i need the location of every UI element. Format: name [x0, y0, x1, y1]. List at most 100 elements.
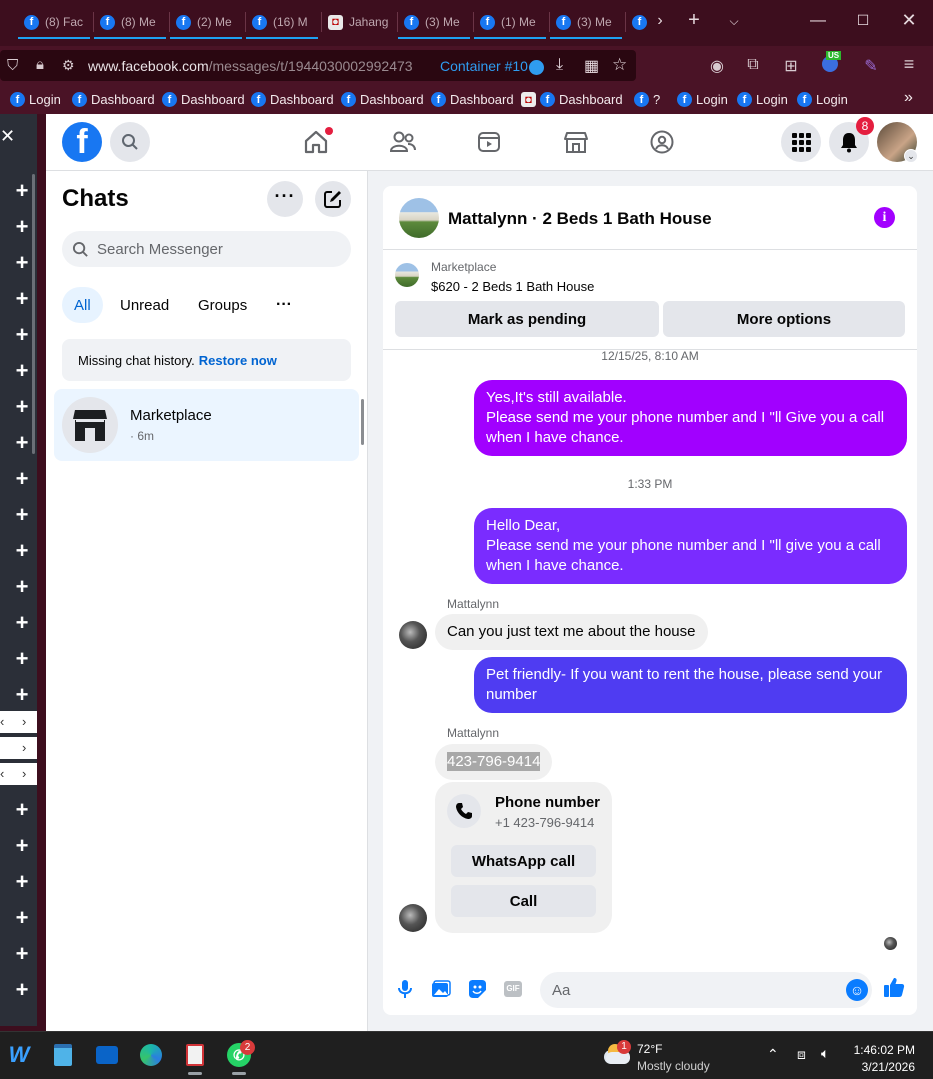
gif-icon[interactable]: GIF	[502, 978, 524, 1000]
thumbs-up-icon[interactable]	[883, 976, 905, 998]
filter-all[interactable]: All	[62, 287, 103, 323]
panel-resize-handle[interactable]	[361, 399, 364, 445]
add-icon[interactable]: +	[12, 907, 32, 929]
bookmark-item[interactable]: f Dashboard	[341, 92, 424, 107]
bookmark-item[interactable]: f Login	[677, 92, 728, 107]
tray-overflow-chevron-icon[interactable]: ⌃	[767, 1046, 779, 1063]
feather-extension-icon[interactable]: ✎	[861, 56, 881, 76]
chevron-right-icon[interactable]: › ‹	[0, 711, 37, 733]
add-icon[interactable]: +	[12, 648, 32, 670]
browser-tab[interactable]: f (3) Me	[398, 8, 474, 39]
add-icon[interactable]: +	[12, 684, 32, 706]
add-icon[interactable]: +	[12, 835, 32, 857]
apps-grid-icon[interactable]: ⊞	[781, 56, 801, 76]
mark-as-pending-button[interactable]: Mark as pending	[395, 301, 659, 337]
outgoing-message[interactable]: Hello Dear, Please send me your phone nu…	[474, 508, 907, 584]
chat-options-button[interactable]: ···	[267, 181, 303, 217]
maximize-icon[interactable]: ☐	[853, 12, 873, 29]
marketplace-nav-button[interactable]	[558, 126, 594, 158]
more-options-button[interactable]: More options	[663, 301, 905, 337]
listing-avatar[interactable]	[399, 198, 439, 238]
menu-button[interactable]	[781, 122, 821, 162]
network-icon[interactable]: ⧈	[797, 1046, 806, 1063]
new-tab-icon[interactable]: +	[684, 9, 704, 32]
add-icon[interactable]: +	[12, 216, 32, 238]
notepad-app-icon[interactable]	[50, 1042, 76, 1068]
add-icon[interactable]: +	[12, 468, 32, 490]
add-icon[interactable]: +	[12, 979, 32, 1001]
browser-tab[interactable]: ◘ Jahang	[322, 8, 398, 36]
chevron-down-icon[interactable]: ⌄	[904, 149, 918, 163]
sticker-icon[interactable]	[466, 978, 488, 1000]
minimize-icon[interactable]: —	[808, 12, 828, 30]
phone-number-text[interactable]: 423-796-9414	[447, 752, 541, 771]
menu-icon[interactable]: ≡	[899, 54, 919, 75]
lock-icon[interactable]: 🔒︎	[36, 56, 44, 73]
microphone-icon[interactable]	[394, 978, 416, 1000]
add-icon[interactable]: +	[12, 180, 32, 202]
bookmark-item[interactable]: f Dashboard	[162, 92, 245, 107]
browser-tab[interactable]: f (2) Me	[170, 8, 246, 39]
account-icon[interactable]: ◉	[707, 56, 727, 76]
close-window-icon[interactable]: ✕	[899, 10, 919, 31]
incoming-message[interactable]: Can you just text me about the house	[435, 614, 708, 650]
chevron-right-icon[interactable]: ›	[0, 737, 37, 759]
outgoing-message[interactable]: Pet friendly- If you want to rent the ho…	[474, 657, 907, 713]
bookmarks-overflow-icon[interactable]: »	[904, 89, 913, 107]
url-text[interactable]: www.facebook.com/messages/t/194403000299…	[88, 58, 413, 74]
add-icon[interactable]: +	[12, 540, 32, 562]
add-icon[interactable]: +	[12, 612, 32, 634]
system-clock[interactable]: 1:46:02 PM 3/21/2026	[854, 1042, 915, 1076]
add-icon[interactable]: +	[12, 576, 32, 598]
more-filters-icon[interactable]: ···	[264, 287, 304, 323]
listing-thumbnail[interactable]	[395, 263, 419, 287]
snipping-tool-icon[interactable]	[182, 1042, 208, 1068]
widgets-app-icon[interactable]: W	[6, 1042, 32, 1068]
edge-browser-icon[interactable]	[138, 1042, 164, 1068]
add-icon[interactable]: +	[12, 360, 32, 382]
tab-scroll-right-icon[interactable]: ›	[650, 12, 670, 30]
shield-icon[interactable]: ⛉	[7, 57, 18, 74]
search-input[interactable]	[97, 240, 337, 258]
qr-code-icon[interactable]: ▦	[584, 56, 599, 76]
search-button[interactable]	[110, 122, 150, 162]
add-icon[interactable]: +	[12, 943, 32, 965]
whatsapp-call-button[interactable]: WhatsApp call	[451, 845, 596, 877]
chevron-right-icon[interactable]: › ‹	[0, 763, 37, 785]
weather-widget[interactable]: 72°F Mostly cloudy	[637, 1041, 710, 1075]
bookmark-item[interactable]: f Dashboard	[72, 92, 155, 107]
sidebar-scrollbar[interactable]	[32, 174, 35, 454]
message-input[interactable]	[552, 981, 832, 999]
bookmark-item[interactable]: f Dashboard	[251, 92, 334, 107]
new-message-button[interactable]	[315, 181, 351, 217]
add-icon[interactable]: +	[12, 288, 32, 310]
volume-icon[interactable]: 🔈︎	[821, 1045, 829, 1062]
outgoing-message[interactable]: Yes,It's still available. Please send me…	[474, 380, 907, 456]
chat-list-item-marketplace[interactable]: Marketplace · 6m	[54, 389, 359, 461]
browser-tab[interactable]: f (3) Me	[550, 8, 626, 39]
bookmark-item[interactable]: f?	[634, 92, 660, 107]
friends-nav-button[interactable]	[385, 126, 421, 158]
bookmark-item[interactable]: ◘ f Dashboard	[521, 92, 623, 107]
search-messenger[interactable]	[62, 231, 351, 267]
browser-tab[interactable]: f (16) M	[246, 8, 322, 39]
bookmark-item[interactable]: f Login	[737, 92, 788, 107]
browser-tab[interactable]: f (1) Me	[474, 8, 550, 39]
download-icon[interactable]: ⤓	[556, 56, 563, 74]
browser-tab-partial[interactable]: f	[626, 8, 648, 36]
emoji-icon[interactable]: ☺	[846, 979, 868, 1001]
browser-tab[interactable]: f (8) Fac	[18, 8, 94, 39]
bookmark-star-icon[interactable]: ☆	[612, 55, 627, 75]
message-input-box[interactable]: ☺	[540, 972, 872, 1008]
bookmark-item[interactable]: f Login	[10, 92, 61, 107]
tab-list-chevron-icon[interactable]: ⌵	[724, 14, 744, 29]
incoming-message-phone[interactable]: 423-796-9414	[435, 744, 553, 780]
add-icon[interactable]: +	[12, 396, 32, 418]
call-button[interactable]: Call	[451, 885, 596, 917]
browser-tab[interactable]: f (8) Me	[94, 8, 170, 39]
filter-unread[interactable]: Unread	[108, 287, 181, 323]
address-bar[interactable]: ⛉ 🔒︎ ⚙ www.facebook.com/messages/t/19440…	[0, 50, 636, 81]
outlook-app-icon[interactable]	[94, 1042, 120, 1068]
info-icon[interactable]: i	[874, 207, 895, 228]
add-icon[interactable]: +	[12, 252, 32, 274]
